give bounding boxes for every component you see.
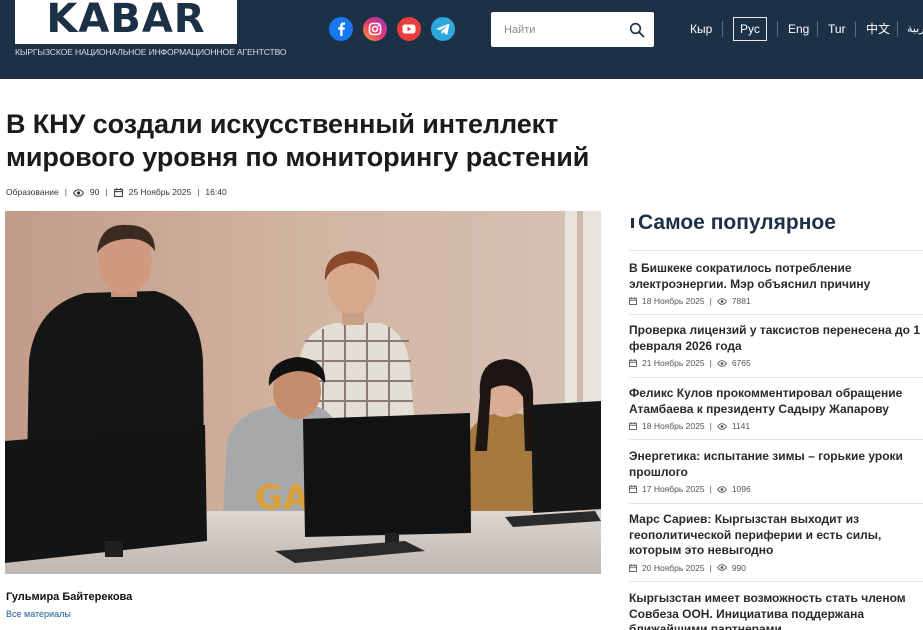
lang-chinese[interactable]: 中文 [866,20,890,38]
article-time: 16:40 [205,187,227,197]
calendar-icon [113,187,123,198]
author-all-posts-link[interactable]: Все материалы [6,609,71,619]
photo-illustration: GA [5,211,601,574]
article-title: В КНУ создали искусственный интеллект ми… [6,109,590,172]
section-marker [631,218,634,228]
lang-english[interactable]: Eng [788,20,809,38]
search-icon[interactable] [629,22,645,38]
article-meta: Образование | 90 | 25 Ноябрь 2025 | 16:4… [6,186,227,198]
popular-item-link[interactable]: Марс Сариев: Кыргызстан выходит из геопо… [629,512,923,559]
article-views: 90 [89,187,100,197]
popular-item: В Бишкеке сократилось потребление электр… [629,261,923,306]
logo-tagline: КЫРГЫЗСКОЕ НАЦИОНАЛЬНОЕ ИНФОРМАЦИОННОЕ А… [15,47,287,57]
calendar-icon [629,564,637,572]
popular-item-link[interactable]: Кыргызстан имеет возможность стать члено… [629,591,923,630]
popular-item-date: 18 Ноябрь 2025 [642,421,705,432]
popular-item-date: 17 Ноябрь 2025 [642,484,705,495]
divider [629,439,923,440]
divider [629,581,923,582]
eye-icon [717,485,727,493]
lang-separator [817,21,818,37]
popular-item-meta: 18 Ноябрь 2025 | 1141 [629,421,923,431]
meta-separator: | [709,484,712,495]
eye-icon [717,297,727,305]
popular-item-views: 1141 [731,421,751,432]
calendar-icon [629,422,637,431]
popular-item-meta: 17 Ноябрь 2025 | 1096 [629,484,923,494]
popular-item: Марс Сариев: Кыргызстан выходит из геопо… [629,512,923,573]
logo-text: KABAR [46,0,206,42]
popular-item-views: 1096 [731,484,751,495]
article-author: Гульмира Байтерекова [6,591,133,603]
eye-icon [717,564,727,572]
article-category[interactable]: Образование [6,187,59,197]
lang-russian[interactable]: Рус [740,20,760,38]
meta-separator: | [197,187,200,197]
popular-item-meta: 21 Ноябрь 2025 | 6765 [629,358,923,368]
article-date: 25 Ноябрь 2025 [128,187,192,197]
popular-item-views: 6765 [731,358,751,369]
divider [629,503,923,504]
popular-item-views: 990 [731,562,746,573]
article-photo: GA [5,211,601,574]
calendar-icon [629,297,637,306]
site-logo[interactable]: KABAR [15,0,237,44]
lang-separator [855,21,856,37]
popular-item-meta: 20 Ноябрь 2025 | 990 [629,563,923,573]
meta-separator: | [709,421,712,432]
telegram-icon[interactable] [431,17,455,41]
divider [629,377,923,378]
meta-separator: | [709,562,712,573]
calendar-icon [629,359,637,368]
site-header: KABAR КЫРГЫЗСКОЕ НАЦИОНАЛЬНОЕ ИНФОРМАЦИО… [0,0,923,79]
popular-item: Энергетика: испытание зимы – горькие уро… [629,449,923,494]
popular-item-link[interactable]: Энергетика: испытание зимы – горькие уро… [629,449,923,480]
lang-separator [722,21,723,37]
search-box [491,12,654,47]
lang-separator [897,21,898,37]
eye-icon [717,422,727,430]
meta-separator: | [105,187,108,197]
popular-item-link[interactable]: В Бишкеке сократилось потребление электр… [629,261,923,292]
meta-separator: | [64,187,67,197]
popular-item-date: 20 Ноябрь 2025 [642,562,705,573]
divider [629,250,923,251]
popular-item-link[interactable]: Феликс Кулов прокомментировал обращение … [629,386,923,417]
lang-kyrgyz[interactable]: Кыр [690,20,712,38]
meta-separator: | [709,296,712,307]
popular-item: Феликс Кулов прокомментировал обращение … [629,386,923,431]
eye-icon [72,187,84,197]
lang-arabic[interactable]: عربية [907,20,923,38]
lang-turkish[interactable]: Tur [828,20,846,38]
popular-item-meta: 18 Ноябрь 2025 | 7881 [629,296,923,306]
popular-item: Кыргызстан имеет возможность стать члено… [629,591,923,630]
popular-item-date: 18 Ноябрь 2025 [642,296,705,307]
facebook-icon[interactable] [329,17,353,41]
meta-separator: | [709,358,712,369]
instagram-icon[interactable] [363,17,387,41]
youtube-icon[interactable] [397,17,421,41]
calendar-icon [629,485,637,494]
popular-heading: Самое популярное [638,211,836,234]
popular-item-date: 21 Ноябрь 2025 [642,358,705,369]
popular-item-link[interactable]: Проверка лицензий у таксистов перенесена… [629,323,923,354]
popular-item: Проверка лицензий у таксистов перенесена… [629,323,923,368]
divider [629,314,923,315]
popular-item-views: 7881 [731,296,751,307]
eye-icon [717,359,727,367]
lang-separator [777,21,778,37]
search-input[interactable] [491,12,621,47]
